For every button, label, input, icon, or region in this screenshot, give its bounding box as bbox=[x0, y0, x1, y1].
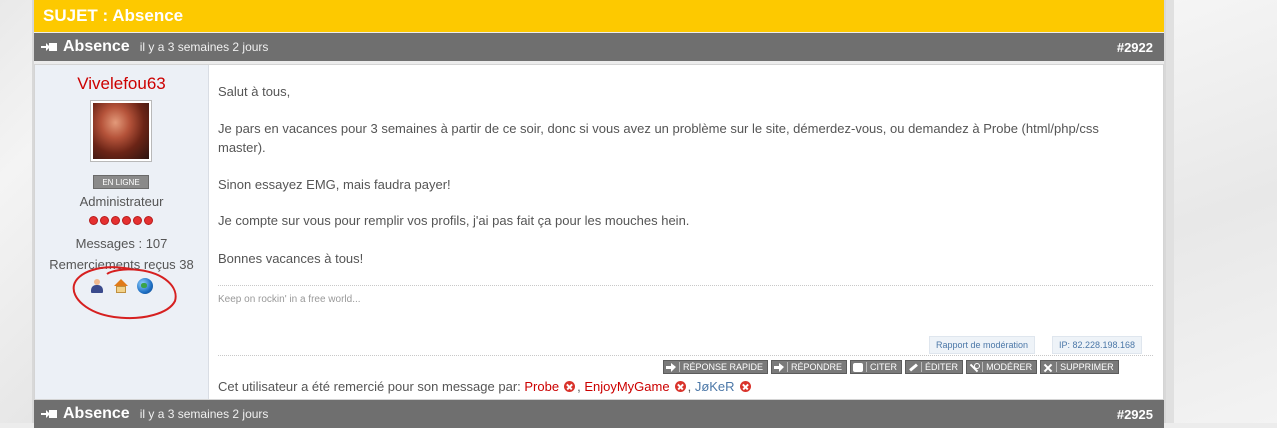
author-role: Administrateur bbox=[79, 194, 164, 209]
rank-dot bbox=[144, 216, 153, 225]
thanked-by-user[interactable]: EnjoyMyGame bbox=[584, 379, 669, 394]
post-title[interactable]: Absence bbox=[63, 38, 130, 56]
post-date: il y a 3 semaines 2 jours bbox=[139, 40, 269, 54]
online-status-badge: EN LIGNE bbox=[93, 175, 149, 189]
rank-dot bbox=[111, 216, 120, 225]
post-paragraph: Sinon essayez EMG, mais faudra payer! bbox=[218, 177, 451, 192]
thanked-by-user[interactable]: JøKeR bbox=[695, 379, 735, 394]
pencil-icon bbox=[908, 363, 918, 372]
red-circle-annotation bbox=[72, 266, 177, 319]
content-border-right bbox=[1164, 0, 1166, 423]
post-header: Absence il y a 3 semaines 2 jours #2925 bbox=[34, 400, 1164, 428]
quote-button[interactable]: CITER bbox=[850, 360, 903, 374]
reply-button[interactable]: RÉPONDRE bbox=[771, 360, 848, 374]
author-message-count: Messages : 107 bbox=[75, 236, 168, 251]
speech-bubble-icon bbox=[853, 362, 864, 372]
author-username[interactable]: Vivelefou63 bbox=[35, 74, 208, 94]
post-header: Absence il y a 3 semaines 2 jours #2922 bbox=[34, 33, 1164, 61]
reply-arrow-icon bbox=[666, 362, 676, 372]
post-body: Vivelefou63 EN LIGNE Administrateur Mess… bbox=[34, 64, 1164, 400]
remove-thanks-icon[interactable] bbox=[739, 381, 751, 392]
post-paragraph: Je pars en vacances pour 3 semaines à pa… bbox=[218, 121, 1099, 155]
post-title[interactable]: Absence bbox=[63, 405, 130, 423]
delete-button[interactable]: SUPPRIMER bbox=[1040, 360, 1119, 374]
post-number[interactable]: #2922 bbox=[1117, 40, 1153, 55]
thanked-by-label: Cet utilisateur a été remercié pour son … bbox=[218, 379, 521, 394]
topic-title-bar: SUJET : Absence bbox=[34, 0, 1164, 32]
edit-button[interactable]: ÉDITER bbox=[905, 360, 964, 374]
post-link-icon[interactable] bbox=[41, 41, 57, 53]
rank-dot bbox=[133, 216, 142, 225]
actions-divider bbox=[218, 355, 1153, 356]
topic-title: SUJET : Absence bbox=[43, 6, 184, 25]
rank-dots bbox=[89, 216, 153, 225]
post-paragraph: Salut à tous, bbox=[218, 84, 291, 99]
quick-reply-button[interactable]: RÉPONSE RAPIDE bbox=[663, 360, 769, 374]
post-date: il y a 3 semaines 2 jours bbox=[139, 407, 269, 421]
signature-divider bbox=[218, 285, 1153, 286]
rank-dot bbox=[100, 216, 109, 225]
author-profile-panel: Vivelefou63 EN LIGNE Administrateur Mess… bbox=[35, 65, 209, 399]
moderation-report-link[interactable]: Rapport de modération bbox=[929, 336, 1036, 354]
reply-arrow-icon bbox=[774, 362, 785, 372]
post-content: Salut à tous, Je pars en vacances pour 3… bbox=[218, 65, 1155, 399]
avatar[interactable] bbox=[90, 100, 152, 162]
thanked-by-line: Cet utilisateur a été remercié pour son … bbox=[218, 379, 753, 394]
post-actions-toolbar: RÉPONSE RAPIDE RÉPONDRE CITER ÉDITER MOD… bbox=[663, 360, 1119, 374]
remove-thanks-icon[interactable] bbox=[674, 381, 686, 392]
author-signature: Keep on rockin' in a free world... bbox=[218, 294, 361, 305]
post-paragraph: Bonnes vacances à tous! bbox=[218, 251, 364, 266]
ip-address: IP: 82.228.198.168 bbox=[1052, 336, 1143, 354]
moderate-button[interactable]: MODÉRER bbox=[966, 360, 1038, 374]
post-link-icon[interactable] bbox=[41, 408, 57, 420]
page-background-right bbox=[1166, 0, 1277, 423]
remove-thanks-icon[interactable] bbox=[564, 381, 576, 392]
post-paragraph: Je compte sur vous pour remplir vos prof… bbox=[218, 213, 690, 228]
rank-dot bbox=[89, 216, 98, 225]
post-number[interactable]: #2925 bbox=[1117, 407, 1153, 422]
thanked-by-user[interactable]: Probe bbox=[524, 379, 559, 394]
delete-x-icon bbox=[1043, 363, 1053, 372]
rank-dot bbox=[122, 216, 131, 225]
page-background-left bbox=[0, 0, 32, 423]
wrench-icon bbox=[969, 362, 981, 372]
